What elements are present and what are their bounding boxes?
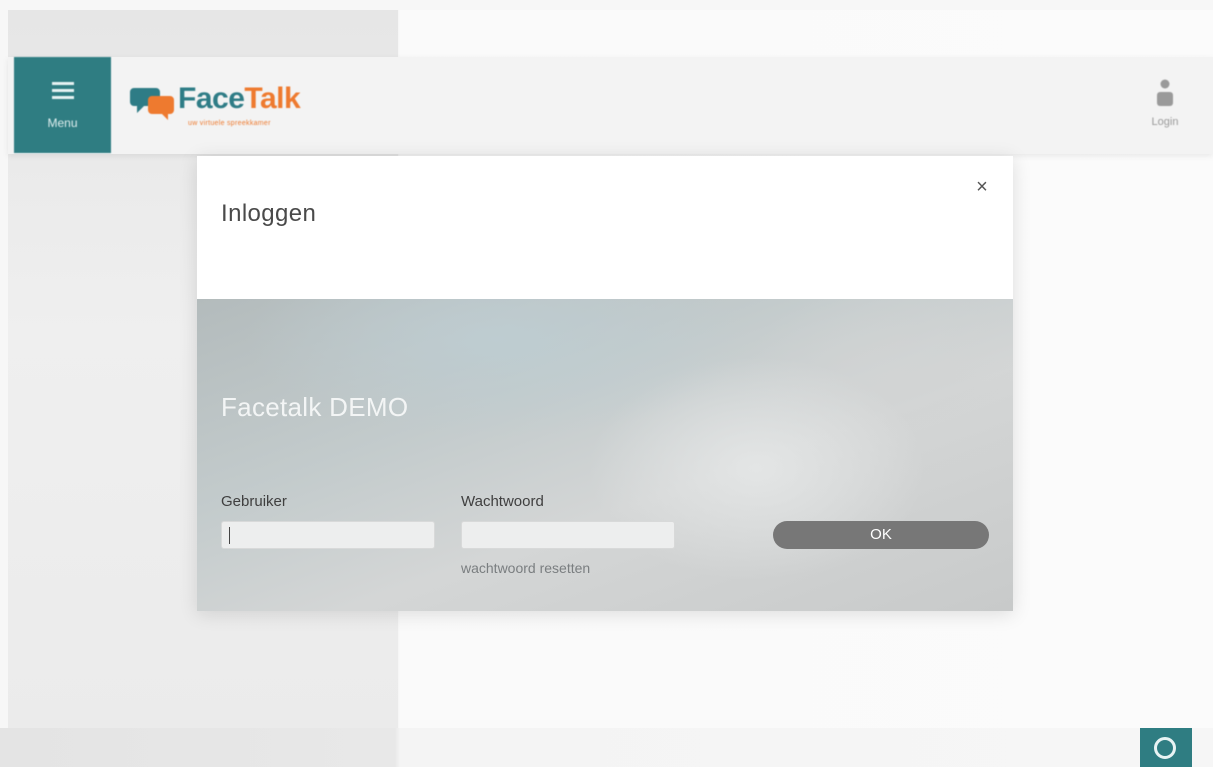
hamburger-icon <box>52 82 74 103</box>
login-label: Login <box>1151 116 1179 128</box>
chat-ring-icon <box>1154 737 1176 759</box>
app-footer <box>0 728 1213 767</box>
reset-password-link[interactable]: wachtwoord resetten <box>461 560 590 576</box>
username-label: Gebruiker <box>221 493 287 510</box>
login-button[interactable]: Login <box>1140 78 1190 138</box>
text-caret <box>229 527 230 544</box>
login-modal: Inloggen × Facetalk DEMO Gebruiker Wacht… <box>197 156 1013 611</box>
logo-tagline: uw virtuele spreekkamer <box>188 120 271 127</box>
logo-face-text: Face <box>178 82 245 115</box>
password-label: Wachtwoord <box>461 493 544 510</box>
menu-label: Menu <box>47 116 78 130</box>
username-input[interactable] <box>221 521 435 549</box>
password-input[interactable] <box>461 521 675 549</box>
modal-title: Inloggen <box>221 199 317 227</box>
logo-wordmark: FaceTalk <box>178 82 301 116</box>
close-icon[interactable]: × <box>971 176 993 198</box>
facetalk-logo[interactable]: FaceTalk uw virtuele spreekkamer <box>130 82 350 137</box>
logo-talk-text: Talk <box>244 82 301 115</box>
user-icon <box>1157 79 1173 106</box>
menu-button[interactable]: Menu <box>14 57 111 153</box>
ok-button[interactable]: OK <box>773 521 989 549</box>
login-panel: Facetalk DEMO Gebruiker Wachtwoord wacht… <box>197 299 1013 611</box>
chat-button[interactable] <box>1140 728 1192 767</box>
environment-title: Facetalk DEMO <box>221 392 409 422</box>
speech-bubbles-icon <box>130 88 174 120</box>
